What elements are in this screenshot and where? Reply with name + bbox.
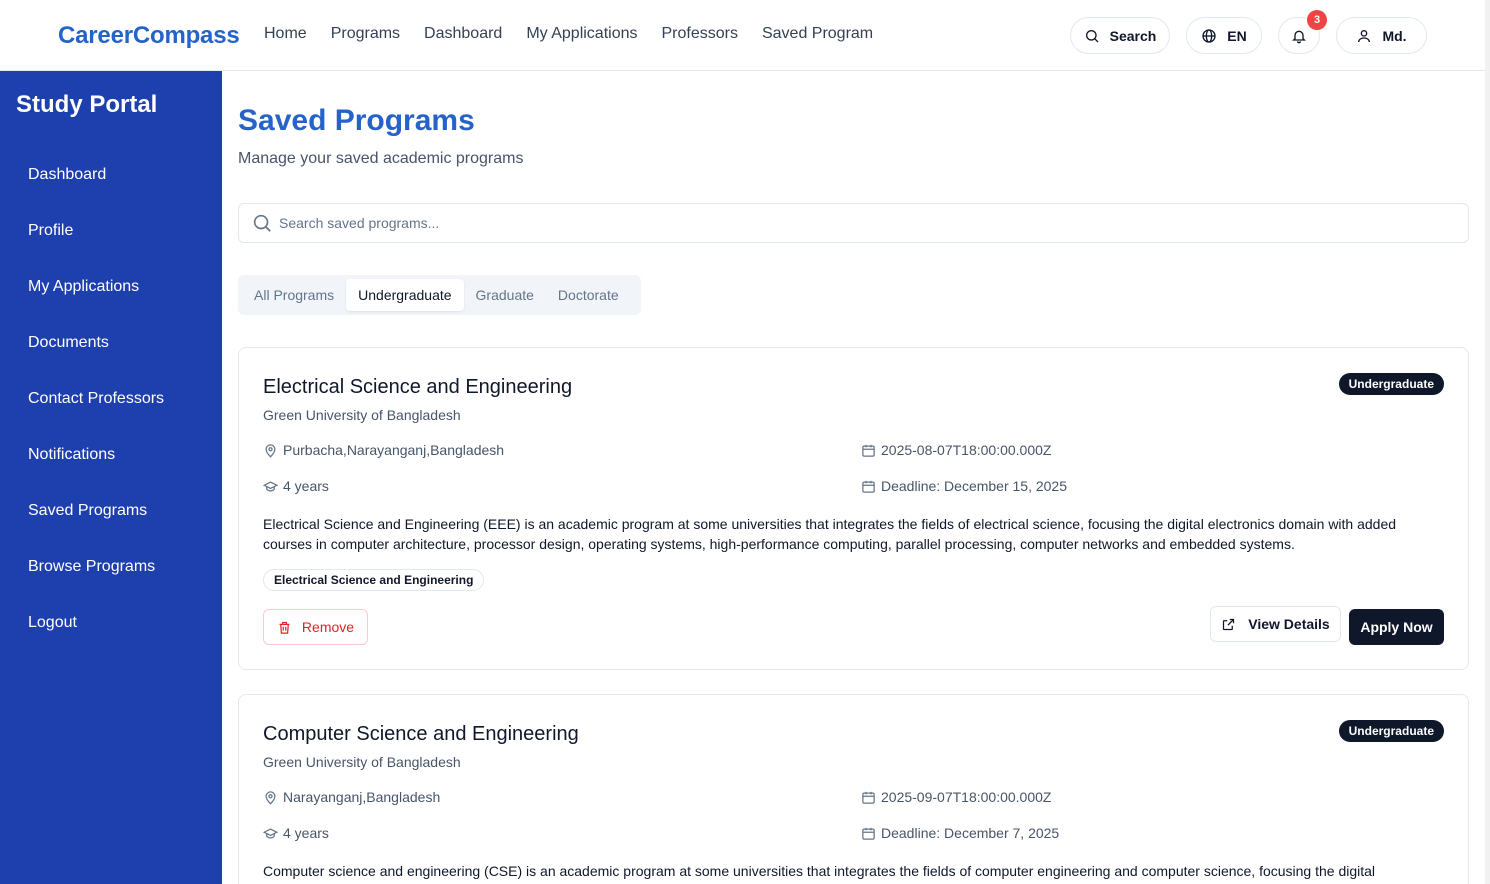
nav-home[interactable]: Home	[264, 25, 307, 43]
program-location-text: Narayanganj,Bangladesh	[283, 789, 441, 805]
program-date-text: 2025-08-07T18:00:00.000Z	[881, 442, 1052, 458]
map-pin-icon	[265, 443, 276, 458]
program-duration-text: 4 years	[283, 478, 329, 494]
page-title: Saved Programs	[238, 104, 475, 137]
program-title: Computer Science and Engineering	[263, 723, 579, 745]
program-level-badge: Undergraduate	[1338, 720, 1444, 742]
program-location: Narayanganj,Bangladesh	[263, 789, 440, 805]
program-deadline: Deadline: December 7, 2025	[861, 825, 1059, 841]
program-duration: 4 years	[263, 825, 329, 841]
sidebar-item-dashboard[interactable]: Dashboard	[28, 166, 106, 184]
program-deadline: Deadline: December 15, 2025	[861, 478, 1067, 494]
program-deadline-text: Deadline: December 7, 2025	[881, 825, 1060, 841]
trash-icon	[279, 621, 290, 634]
view-details-label: View Details	[1248, 616, 1330, 632]
user-menu-button[interactable]: Md.	[1336, 17, 1427, 54]
calendar-icon	[862, 444, 875, 457]
tab-undergraduate[interactable]: Undergraduate	[346, 279, 464, 311]
external-link-icon	[1223, 618, 1235, 630]
tab-graduate[interactable]: Graduate	[464, 279, 546, 311]
top-navbar: CareerCompass Home Programs Dashboard My…	[0, 0, 1485, 71]
saved-programs-search[interactable]	[238, 203, 1469, 243]
calendar-icon	[862, 791, 875, 804]
program-university: Green University of Bangladesh	[263, 754, 461, 770]
program-deadline-text: Deadline: December 15, 2025	[881, 478, 1068, 494]
remove-button[interactable]: Remove	[263, 609, 368, 645]
program-duration-text: 4 years	[283, 825, 329, 841]
main-nav: Home Programs Dashboard My Applications …	[264, 25, 873, 43]
calendar-icon	[862, 480, 875, 493]
search-icon	[253, 214, 271, 232]
program-date: 2025-08-07T18:00:00.000Z	[861, 442, 1051, 458]
user-name: Md.	[1382, 27, 1407, 44]
search-icon	[1085, 29, 1099, 42]
sidebar-item-browse-programs[interactable]: Browse Programs	[28, 558, 155, 576]
program-tag: Electrical Science and Engineering	[263, 569, 485, 591]
globe-icon	[1202, 28, 1216, 43]
apply-now-button[interactable]: Apply Now	[1349, 609, 1444, 645]
program-duration: 4 years	[263, 478, 329, 494]
page-subtitle: Manage your saved academic programs	[238, 150, 524, 167]
nav-professors[interactable]: Professors	[662, 25, 738, 43]
program-location-text: Purbacha,Narayanganj,Bangladesh	[283, 442, 505, 458]
program-university: Green University of Bangladesh	[263, 407, 461, 423]
search-input[interactable]	[279, 215, 1429, 231]
program-description: Computer science and engineering (CSE) i…	[263, 863, 1376, 884]
sidebar-item-logout[interactable]: Logout	[28, 614, 77, 632]
language-button[interactable]: EN	[1186, 17, 1262, 54]
graduation-cap-icon	[263, 480, 278, 492]
sidebar: Study Portal Dashboard Profile My Applic…	[0, 71, 222, 884]
tab-all-programs[interactable]: All Programs	[242, 279, 346, 311]
nav-dashboard[interactable]: Dashboard	[424, 25, 502, 43]
sidebar-item-notifications[interactable]: Notifications	[28, 446, 115, 464]
program-card: Computer Science and Engineering Green U…	[238, 694, 1469, 884]
sidebar-item-contact-professors[interactable]: Contact Professors	[28, 390, 164, 408]
language-label: EN	[1227, 27, 1247, 44]
search-button-label: Search	[1109, 27, 1157, 44]
nav-my-applications[interactable]: My Applications	[526, 25, 637, 43]
notification-count-badge: 3	[1307, 10, 1327, 30]
program-level-tabs: All Programs Undergraduate Graduate Doct…	[238, 275, 641, 315]
calendar-icon	[862, 827, 875, 840]
map-pin-icon	[265, 790, 276, 805]
bell-icon	[1292, 30, 1306, 43]
user-icon	[1358, 29, 1371, 42]
program-level-badge: Undergraduate	[1338, 373, 1444, 395]
graduation-cap-icon	[263, 827, 278, 839]
sidebar-title: Study Portal	[16, 91, 158, 118]
program-description: Electrical Science and Engineering (EEE)…	[263, 516, 1397, 552]
scrollbar[interactable]	[1485, 0, 1490, 884]
tab-doctorate[interactable]: Doctorate	[546, 279, 631, 311]
program-card: Electrical Science and Engineering Green…	[238, 347, 1469, 670]
nav-saved-program[interactable]: Saved Program	[762, 25, 873, 43]
sidebar-item-profile[interactable]: Profile	[28, 222, 73, 240]
nav-programs[interactable]: Programs	[331, 25, 400, 43]
brand-logo[interactable]: CareerCompass	[58, 22, 240, 50]
remove-button-label: Remove	[301, 619, 355, 635]
sidebar-item-documents[interactable]: Documents	[28, 334, 109, 352]
program-location: Purbacha,Narayanganj,Bangladesh	[263, 442, 504, 458]
program-date-text: 2025-09-07T18:00:00.000Z	[881, 789, 1052, 805]
program-title: Electrical Science and Engineering	[263, 376, 573, 398]
sidebar-item-saved-programs[interactable]: Saved Programs	[28, 502, 147, 520]
search-button[interactable]: Search	[1070, 17, 1170, 54]
sidebar-item-my-applications[interactable]: My Applications	[28, 278, 139, 296]
view-details-button[interactable]: View Details	[1210, 606, 1341, 642]
program-date: 2025-09-07T18:00:00.000Z	[861, 789, 1051, 805]
